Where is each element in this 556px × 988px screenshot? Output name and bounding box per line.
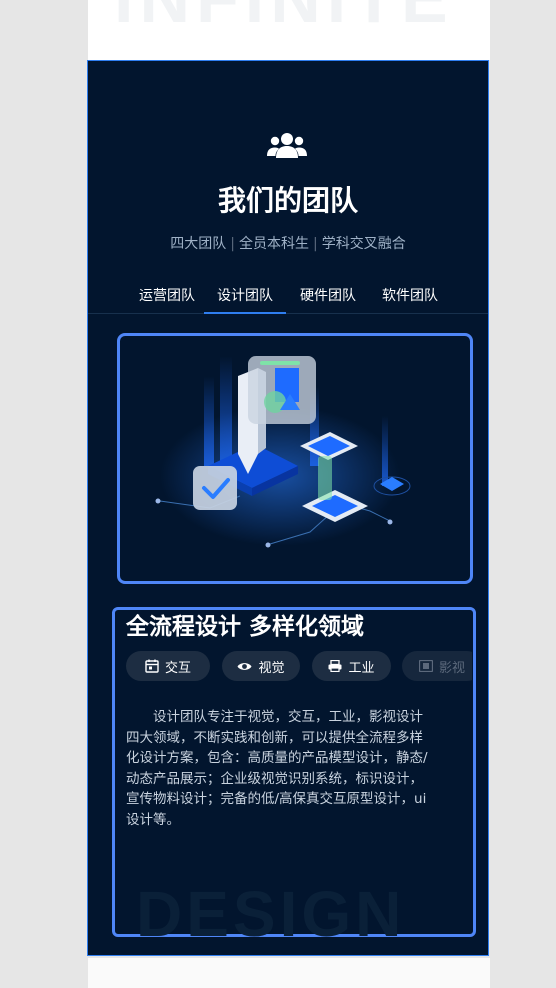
chip-interaction[interactable]: 交互 xyxy=(126,651,210,681)
field-chips: 交互 视觉 工业 影视 xyxy=(126,651,472,681)
tab-software-team[interactable]: 软件团队 xyxy=(369,285,451,313)
chip-visual[interactable]: 视觉 xyxy=(222,651,300,681)
team-icon xyxy=(267,133,307,158)
tab-hardware-team[interactable]: 硬件团队 xyxy=(287,285,369,313)
bottom-watermark-text: DESIGN xyxy=(136,878,406,950)
chip-industrial[interactable]: 工业 xyxy=(312,651,391,681)
section-subtitle: 四大团队 | 全员本科生 | 学科交叉融合 xyxy=(88,233,488,253)
chip-film[interactable]: 影视 xyxy=(402,651,472,681)
team-description: 设计团队专注于视觉，交互，工业，影视设计四大领域，不断实践和创新，可以提供全流程… xyxy=(126,709,428,828)
top-watermark-text: INFINITE xyxy=(114,0,454,38)
chip-label: 交互 xyxy=(164,660,191,676)
film-icon xyxy=(418,660,433,672)
subtitle-part: 全员本科生 xyxy=(239,236,309,252)
subtitle-part: 四大团队 xyxy=(170,236,227,252)
tab-design-team[interactable]: 设计团队 xyxy=(204,285,286,314)
tab-operations-team[interactable]: 运营团队 xyxy=(126,285,208,313)
page-top-area: INFINITE xyxy=(88,0,490,60)
subtitle-part: 学科交叉融合 xyxy=(321,236,406,252)
eye-icon xyxy=(237,662,252,670)
design-isometric-illustration xyxy=(155,356,411,548)
chip-label: 工业 xyxy=(348,660,375,676)
section-title: 我们的团队 xyxy=(217,184,358,217)
calendar-icon xyxy=(145,659,159,673)
team-tabs: 运营团队 设计团队 硬件团队 软件团队 xyxy=(88,285,488,314)
chip-label: 影视 xyxy=(438,660,465,676)
printer-icon xyxy=(328,660,342,672)
subtitle-separator: | xyxy=(313,236,318,252)
design-illustration-frame xyxy=(117,333,473,584)
content-heading: 全流程设计 多样化领域 xyxy=(126,614,365,640)
subtitle-separator: | xyxy=(230,236,235,252)
team-panel: 我们的团队 四大团队 | 全员本科生 | 学科交叉融合 运营团队 设计团队 硬件团队 软… xyxy=(87,60,489,956)
page-bottom-area xyxy=(88,958,490,988)
chip-label: 视觉 xyxy=(258,660,285,676)
